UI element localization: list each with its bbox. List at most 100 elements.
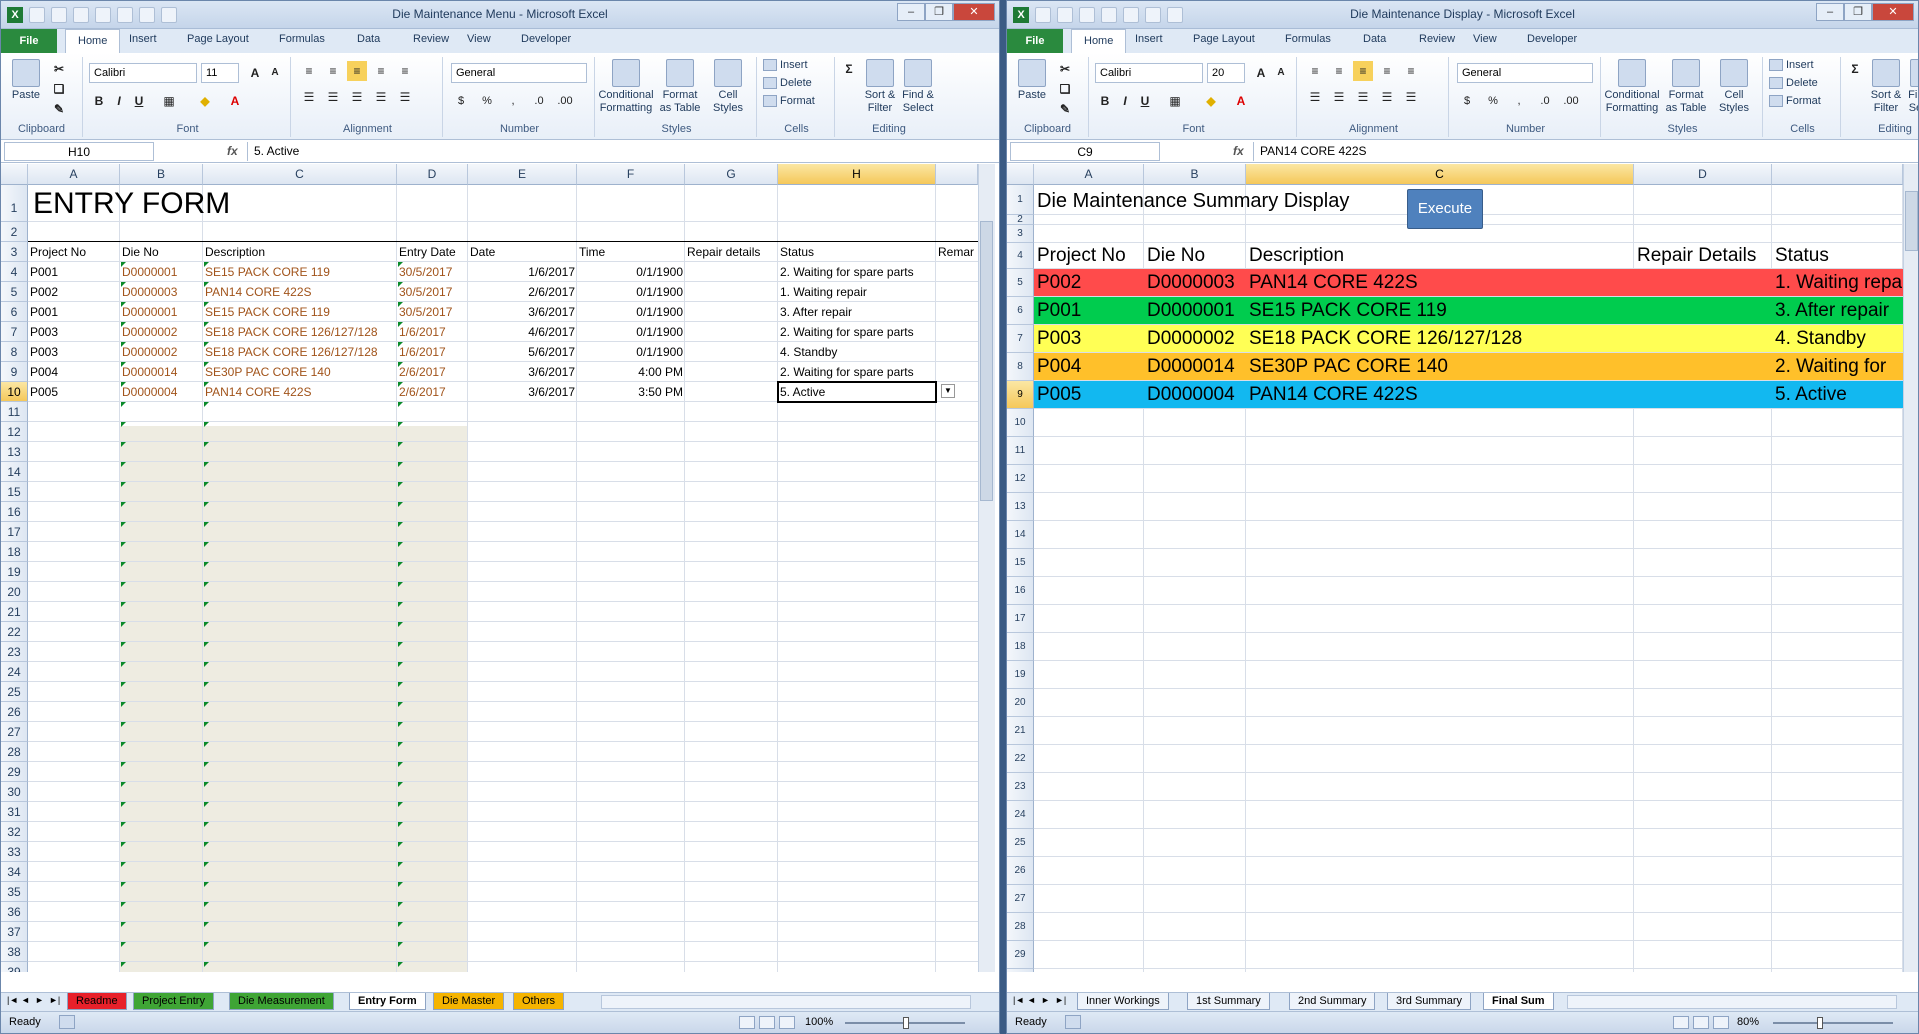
cell-styles-button[interactable]: Cell Styles <box>1711 59 1757 115</box>
sheet-tab-3rd-summary[interactable]: 3rd Summary <box>1387 993 1472 1010</box>
row-header[interactable]: 15 <box>1007 549 1034 577</box>
row-header[interactable]: 25 <box>1 682 28 702</box>
cell-date[interactable]: 1/6/2017 <box>468 265 577 279</box>
row-header[interactable]: 19 <box>1007 661 1034 689</box>
cell-status[interactable]: 1. Waiting repa <box>1775 269 1902 296</box>
cell-time[interactable]: 0/1/1900 <box>577 345 685 359</box>
row-header[interactable]: 3 <box>1007 225 1034 243</box>
tab-view[interactable]: View <box>1473 33 1497 45</box>
tab-formulas[interactable]: Formulas <box>1285 33 1331 45</box>
row-header[interactable]: 23 <box>1 642 28 662</box>
merge-center-icon[interactable]: ☰ <box>395 87 415 107</box>
header-description[interactable]: Description <box>1249 245 1344 267</box>
align-left-icon[interactable]: ☰ <box>1305 87 1325 107</box>
cell-project-no[interactable]: P005 <box>28 385 120 399</box>
underline-icon[interactable]: U <box>129 91 149 111</box>
minimize-icon[interactable]: – <box>1816 3 1844 21</box>
row-header[interactable]: 36 <box>1 902 28 922</box>
merge-center-icon[interactable]: ☰ <box>1401 87 1421 107</box>
percent-icon[interactable]: % <box>1483 91 1503 111</box>
header-project-no[interactable]: Project No <box>1037 245 1126 267</box>
row-header[interactable]: 30 <box>1 782 28 802</box>
row-header[interactable]: 25 <box>1007 829 1034 857</box>
tab-developer[interactable]: Developer <box>1527 33 1577 45</box>
row-header[interactable]: 34 <box>1 862 28 882</box>
cell-status[interactable]: 2. Waiting for spare parts <box>778 325 936 339</box>
header-entry-date[interactable]: Entry Date <box>397 245 468 259</box>
row-header[interactable]: 7 <box>1 322 28 342</box>
row-header[interactable]: 26 <box>1007 857 1034 885</box>
cell-entry-date[interactable]: 2/6/2017 <box>397 385 468 399</box>
row-header[interactable]: 4 <box>1 262 28 282</box>
cell-die-no[interactable]: D0000003 <box>1147 269 1245 296</box>
cell-project-no[interactable]: P003 <box>1037 325 1143 352</box>
format-button[interactable]: Format <box>1769 95 1821 108</box>
cell-date[interactable]: 4/6/2017 <box>468 325 577 339</box>
column-header[interactable]: D <box>397 164 468 185</box>
column-header[interactable]: E <box>468 164 577 185</box>
align-center-icon[interactable]: ☰ <box>1329 87 1349 107</box>
row-header[interactable]: 10 <box>1 382 28 402</box>
sheet-tab-inner-workings[interactable]: Inner Workings <box>1077 993 1169 1010</box>
delete-button[interactable]: Delete <box>1769 77 1818 90</box>
cell-description[interactable]: SE30P PAC CORE 140 <box>203 365 397 379</box>
tab-last-icon[interactable]: ►| <box>1055 995 1066 1005</box>
grow-font-icon[interactable]: A <box>1251 63 1271 83</box>
cell-project-no[interactable]: P003 <box>28 345 120 359</box>
cell-entry-date[interactable]: 2/6/2017 <box>397 365 468 379</box>
increase-decimal-icon[interactable]: .0 <box>529 91 549 111</box>
zoom-slider-thumb[interactable] <box>1817 1017 1823 1029</box>
cell-time[interactable]: 0/1/1900 <box>577 285 685 299</box>
summary-row[interactable]: P004 D0000014 SE30P PAC CORE 140 2. Waiting… <box>1034 353 1903 380</box>
cell-styles-button[interactable]: Cell Styles <box>705 59 751 115</box>
row-header[interactable]: 8 <box>1007 353 1034 381</box>
row-header[interactable]: 39 <box>1 962 28 972</box>
cell-description[interactable]: SE15 PACK CORE 119 <box>1249 297 1633 324</box>
cell-die-no[interactable]: D0000002 <box>120 325 203 339</box>
restore-icon[interactable]: ❐ <box>925 3 953 21</box>
summary-row[interactable]: P003 D0000002 SE18 PACK CORE 126/127/128 4.… <box>1034 325 1903 352</box>
font-name-input[interactable]: Calibri <box>89 63 197 83</box>
align-top-icon[interactable]: ≡ <box>1305 61 1325 81</box>
paste-button[interactable]: Paste <box>1013 59 1051 102</box>
page-break-view-icon[interactable] <box>1713 1016 1729 1029</box>
cell-project-no[interactable]: P004 <box>28 365 120 379</box>
sheet-tab-die-measurement[interactable]: Die Measurement <box>229 993 334 1010</box>
align-middle-icon[interactable]: ≡ <box>323 61 343 81</box>
row-header[interactable]: 3 <box>1 242 28 262</box>
sheet-tab-others[interactable]: Others <box>513 993 565 1010</box>
cell-status[interactable]: 4. Standby <box>1775 325 1902 352</box>
header-repair-details[interactable]: Repair Details <box>1637 245 1756 267</box>
row-header[interactable]: 26 <box>1 702 28 722</box>
macro-record-icon[interactable] <box>1065 1015 1081 1029</box>
cell-date[interactable]: 3/6/2017 <box>468 305 577 319</box>
insert-function-icon[interactable]: fx <box>1233 144 1244 158</box>
row-header[interactable]: 2 <box>1007 215 1034 225</box>
row-header[interactable]: 15 <box>1 482 28 502</box>
row-header[interactable]: 22 <box>1007 745 1034 773</box>
shrink-font-icon[interactable]: A <box>1271 63 1291 83</box>
cell-status[interactable]: 2. Waiting for spare parts <box>778 365 936 379</box>
tab-data[interactable]: Data <box>357 33 380 45</box>
cell-project-no[interactable]: P001 <box>1037 297 1143 324</box>
normal-view-icon[interactable] <box>739 1016 755 1029</box>
cell-die-no[interactable]: D0000002 <box>1147 325 1245 352</box>
cell-time[interactable]: 0/1/1900 <box>577 305 685 319</box>
column-header[interactable] <box>936 164 978 185</box>
row-header[interactable]: 5 <box>1 282 28 302</box>
cell-die-no[interactable]: D0000001 <box>120 265 203 279</box>
cell-status[interactable]: 4. Standby <box>778 345 936 359</box>
tab-last-icon[interactable]: ►| <box>49 995 60 1005</box>
left-worksheet-grid[interactable]: A B C D E F G H 1 2 3 4 5 6 7 8 9 10 11 12 13 14 15 16 17 18 19 20 2… <box>1 164 978 972</box>
cell-date[interactable]: 5/6/2017 <box>468 345 577 359</box>
font-size-input[interactable]: 20 <box>1207 63 1245 83</box>
grow-font-icon[interactable]: A <box>245 63 265 83</box>
cell-status[interactable]: 2. Waiting for <box>1775 353 1902 380</box>
cell-description[interactable]: SE18 PACK CORE 126/127/128 <box>203 325 397 339</box>
cut-icon[interactable]: ✂ <box>1055 59 1075 79</box>
select-all-corner[interactable] <box>1007 164 1034 185</box>
cell-description[interactable]: PAN14 CORE 422S <box>203 285 397 299</box>
column-header[interactable]: B <box>120 164 203 185</box>
zoom-level[interactable]: 100% <box>805 1016 833 1028</box>
align-bottom-icon[interactable]: ≡ <box>347 61 367 81</box>
